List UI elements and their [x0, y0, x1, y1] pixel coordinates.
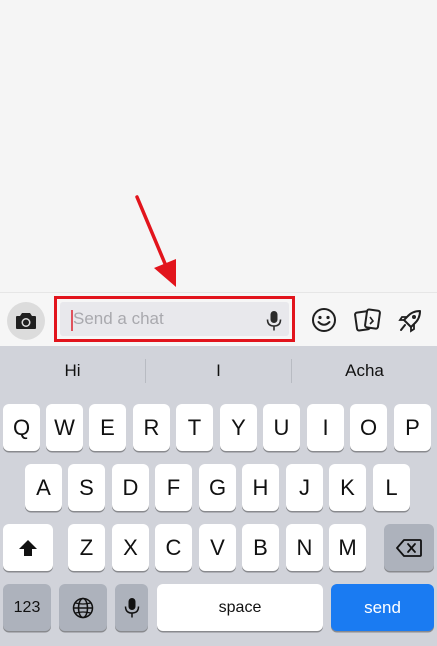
key-k[interactable]: K	[329, 464, 366, 511]
key-q[interactable]: Q	[3, 404, 40, 451]
shift-key[interactable]	[3, 524, 53, 571]
camera-icon	[16, 313, 36, 329]
camera-button[interactable]	[7, 302, 45, 340]
globe-icon	[72, 597, 94, 618]
rocket-icon	[398, 310, 421, 333]
suggestion-item[interactable]: Hi	[0, 346, 145, 396]
backspace-icon	[396, 538, 422, 557]
key-u[interactable]: U	[263, 404, 300, 451]
send-key[interactable]: send	[331, 584, 434, 631]
shift-arrow-icon	[19, 539, 37, 556]
cards-icon	[354, 308, 381, 332]
chat-input-box[interactable]	[60, 302, 289, 336]
microphone-icon[interactable]	[265, 310, 283, 332]
chat-input[interactable]	[60, 302, 289, 336]
suggestion-bar: Hi I Acha	[0, 346, 437, 396]
key-g[interactable]: G	[199, 464, 236, 511]
key-z[interactable]: Z	[68, 524, 105, 571]
key-p[interactable]: P	[394, 404, 431, 451]
chat-input-highlight	[54, 296, 295, 342]
key-i[interactable]: I	[307, 404, 344, 451]
key-a[interactable]: A	[25, 464, 62, 511]
key-h[interactable]: H	[242, 464, 279, 511]
key-l[interactable]: L	[373, 464, 410, 511]
key-w[interactable]: W	[46, 404, 83, 451]
key-m[interactable]: M	[329, 524, 366, 571]
key-f[interactable]: F	[155, 464, 192, 511]
key-t[interactable]: T	[176, 404, 213, 451]
games-button[interactable]	[396, 305, 426, 335]
key-n[interactable]: N	[286, 524, 323, 571]
numbers-key[interactable]: 123	[3, 584, 51, 631]
key-y[interactable]: Y	[220, 404, 257, 451]
cards-button[interactable]	[353, 305, 383, 335]
dictation-key[interactable]	[115, 584, 148, 631]
text-cursor	[71, 310, 73, 331]
key-b[interactable]: B	[242, 524, 279, 571]
smiley-icon	[312, 308, 336, 332]
globe-key[interactable]	[59, 584, 107, 631]
key-r[interactable]: R	[133, 404, 170, 451]
microphone-icon	[124, 597, 139, 617]
emoji-button[interactable]	[309, 305, 339, 335]
key-d[interactable]: D	[112, 464, 149, 511]
suggestion-item[interactable]: Acha	[292, 346, 437, 396]
compose-bar	[0, 292, 437, 346]
key-c[interactable]: C	[155, 524, 192, 571]
key-x[interactable]: X	[112, 524, 149, 571]
backspace-key[interactable]	[384, 524, 434, 571]
key-o[interactable]: O	[350, 404, 387, 451]
suggestion-item[interactable]: I	[146, 346, 291, 396]
key-j[interactable]: J	[286, 464, 323, 511]
key-v[interactable]: V	[199, 524, 236, 571]
on-screen-keyboard: Hi I Acha Q W E R T Y U I O P A S D F G …	[0, 346, 437, 646]
space-key[interactable]: space	[157, 584, 323, 631]
key-s[interactable]: S	[68, 464, 105, 511]
chat-message-area	[0, 0, 437, 292]
key-e[interactable]: E	[89, 404, 126, 451]
